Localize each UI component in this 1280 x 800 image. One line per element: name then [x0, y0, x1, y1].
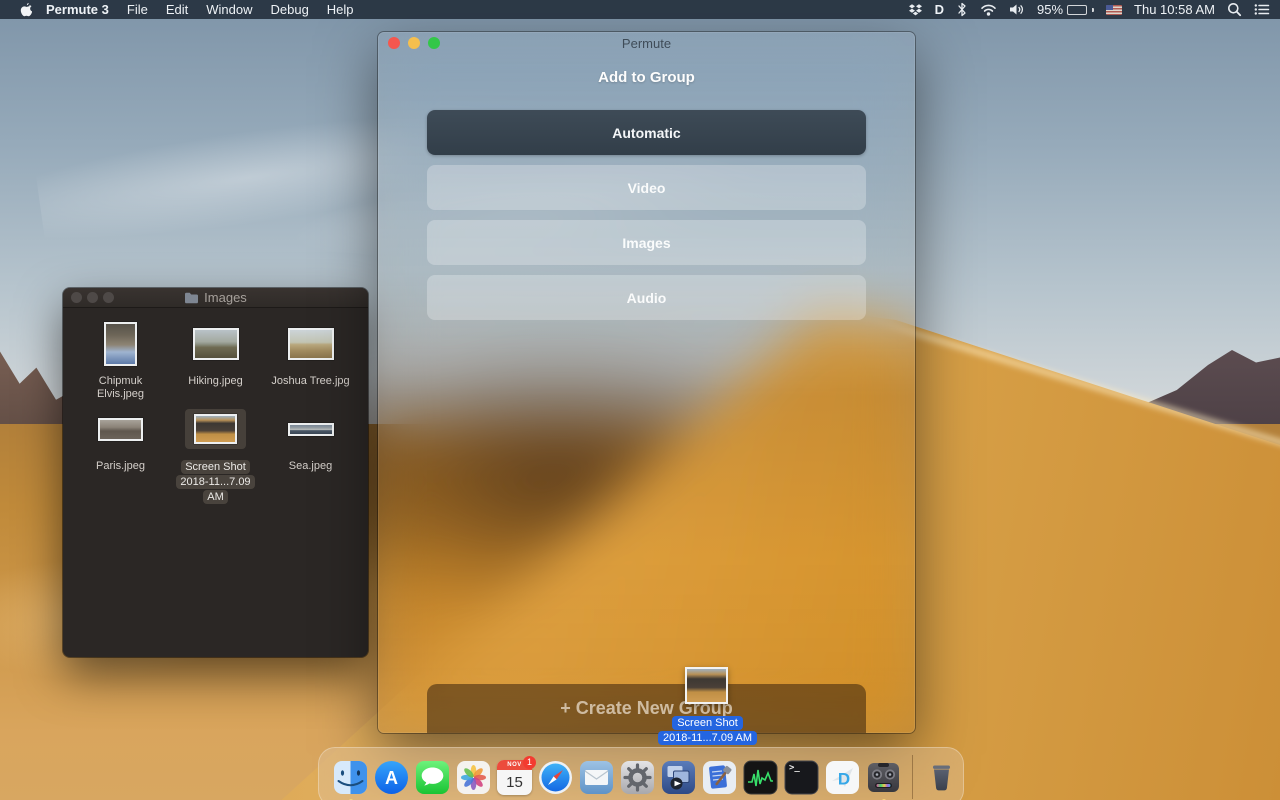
- file-thumbnail[interactable]: [104, 322, 137, 366]
- permute-titlebar[interactable]: Permute: [378, 32, 915, 54]
- finder-window-title: Images: [204, 290, 247, 305]
- dock-item-messages[interactable]: [415, 760, 450, 795]
- battery-percent: 95%: [1037, 2, 1063, 17]
- dropbox-icon[interactable]: [908, 3, 923, 17]
- dock-item-system-preferences[interactable]: [620, 760, 655, 795]
- permute-window: Permute Add to Group Automatic Video Ima…: [378, 32, 915, 733]
- group-button-audio[interactable]: Audio: [427, 275, 866, 320]
- dock-item-photos[interactable]: [456, 760, 491, 795]
- dock: A NOV 15 1: [318, 747, 964, 800]
- volume-icon[interactable]: [1009, 3, 1025, 16]
- finder-window-controls[interactable]: [71, 292, 114, 303]
- minimize-button[interactable]: [408, 37, 420, 49]
- dock-item-downie[interactable]: D: [825, 760, 860, 795]
- dock-item-trash[interactable]: [924, 760, 959, 795]
- file-joshua-tree[interactable]: Joshua Tree.jpg: [263, 316, 358, 401]
- dock-item-xcode[interactable]: [702, 760, 737, 795]
- menubar-clock[interactable]: Thu 10:58 AM: [1134, 2, 1215, 17]
- file-hiking[interactable]: Hiking.jpeg: [168, 316, 263, 401]
- file-thumbnail[interactable]: [98, 418, 143, 441]
- file-chipmuk-elvis[interactable]: Chipmuk Elvis.jpeg: [73, 316, 168, 401]
- close-button[interactable]: [71, 292, 82, 303]
- downie-status-icon[interactable]: D: [935, 2, 944, 17]
- zoom-button[interactable]: [428, 37, 440, 49]
- input-source-flag-icon[interactable]: [1106, 5, 1122, 15]
- finder-titlebar[interactable]: Images: [63, 288, 368, 308]
- dock-item-app-store[interactable]: A: [374, 760, 409, 795]
- dock-item-calendar[interactable]: NOV 15 1: [497, 760, 532, 795]
- close-button[interactable]: [388, 37, 400, 49]
- terminal-prompt-glyph: >_: [789, 763, 800, 773]
- battery-status[interactable]: 95%: [1037, 2, 1094, 17]
- dock-item-safari[interactable]: [538, 760, 573, 795]
- minimize-button[interactable]: [87, 292, 98, 303]
- apple-menu-icon[interactable]: [18, 2, 32, 18]
- folder-icon: [184, 292, 199, 304]
- add-to-group-heading: Add to Group: [378, 69, 915, 86]
- file-name: Sea.jpeg: [289, 460, 332, 486]
- file-name: Joshua Tree.jpg: [271, 375, 349, 401]
- file-name: Paris.jpeg: [96, 460, 145, 486]
- file-name: Chipmuk Elvis.jpeg: [77, 375, 165, 401]
- permute-window-title: Permute: [622, 36, 671, 51]
- zoom-button[interactable]: [103, 292, 114, 303]
- file-paris[interactable]: Paris.jpeg: [73, 401, 168, 505]
- dock-item-permute[interactable]: [866, 760, 901, 795]
- file-thumbnail[interactable]: [194, 414, 237, 444]
- svg-text:D: D: [838, 769, 850, 788]
- finder-window: Images Chipmuk Elvis.jpeg Hiking.jpeg Jo…: [63, 288, 368, 657]
- group-button-images[interactable]: Images: [427, 220, 866, 265]
- permute-window-controls[interactable]: [388, 37, 440, 49]
- group-button-video[interactable]: Video: [427, 165, 866, 210]
- group-button-automatic[interactable]: Automatic: [427, 110, 866, 155]
- file-thumbnail[interactable]: [288, 328, 334, 360]
- menu-bar: Permute 3 File Edit Window Debug Help D …: [0, 0, 1280, 19]
- desktop: Permute 3 File Edit Window Debug Help D …: [0, 0, 1280, 800]
- notification-center-icon[interactable]: [1254, 3, 1270, 16]
- file-thumbnail[interactable]: [288, 423, 334, 436]
- dock-item-activity-monitor[interactable]: [743, 760, 778, 795]
- spotlight-icon[interactable]: [1227, 2, 1242, 17]
- battery-icon: [1067, 5, 1087, 15]
- finder-file-grid: Chipmuk Elvis.jpeg Hiking.jpeg Joshua Tr…: [63, 308, 368, 505]
- file-sea[interactable]: Sea.jpeg: [263, 401, 358, 505]
- bluetooth-icon[interactable]: [956, 2, 968, 17]
- file-thumbnail[interactable]: [193, 328, 239, 360]
- menu-window[interactable]: Window: [206, 2, 252, 17]
- dock-item-terminal[interactable]: >_: [784, 760, 819, 795]
- file-name: Screen Shot 2018-11...7.09 AM: [176, 460, 254, 504]
- dock-item-finder[interactable]: [333, 760, 368, 795]
- dock-separator: [912, 755, 913, 799]
- group-button-list: Automatic Video Images Audio: [378, 110, 915, 320]
- menubar-app-name[interactable]: Permute 3: [46, 2, 109, 17]
- create-new-group-button[interactable]: + Create New Group: [427, 684, 866, 733]
- svg-text:A: A: [385, 768, 398, 788]
- menu-edit[interactable]: Edit: [166, 2, 188, 17]
- menu-debug[interactable]: Debug: [270, 2, 308, 17]
- dock-item-quicktime[interactable]: [661, 760, 696, 795]
- wifi-icon[interactable]: [980, 3, 997, 16]
- menu-file[interactable]: File: [127, 2, 148, 17]
- file-name: Hiking.jpeg: [188, 375, 242, 401]
- calendar-day: 15: [497, 770, 532, 795]
- file-screen-shot-selected[interactable]: Screen Shot 2018-11...7.09 AM: [168, 401, 263, 505]
- dock-item-mail[interactable]: [579, 760, 614, 795]
- menu-help[interactable]: Help: [327, 2, 354, 17]
- notification-badge: 1: [523, 756, 536, 769]
